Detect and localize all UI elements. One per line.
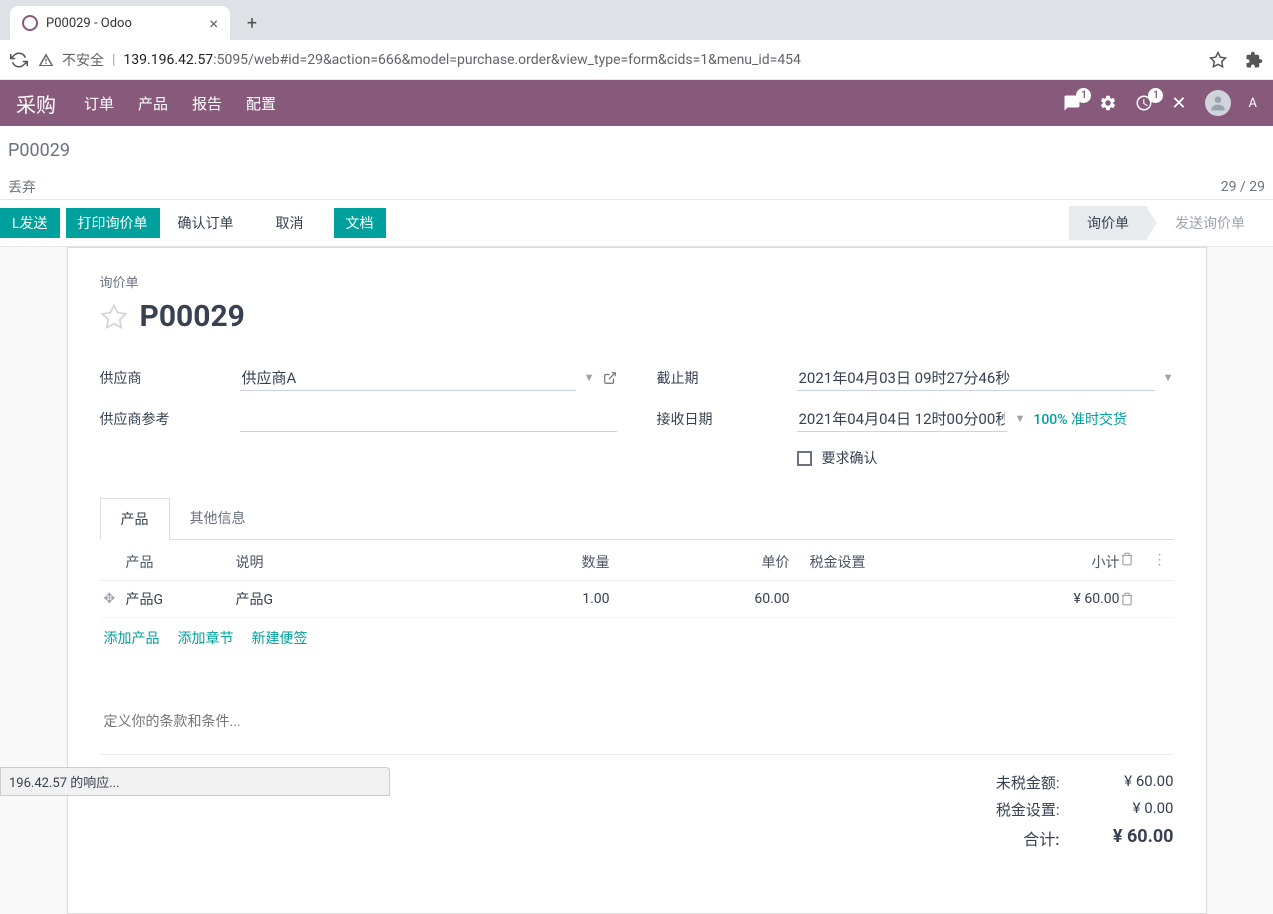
untaxed-label: 未税金额: — [996, 772, 1060, 793]
chat-icon[interactable]: 1 — [1063, 94, 1081, 112]
status-bar: 询价单 发送询价单 — [1069, 206, 1273, 240]
insecure-label: 不安全 — [62, 50, 104, 70]
terms-input[interactable] — [100, 708, 798, 736]
url-host: 139.196.42.57 — [123, 52, 213, 68]
row-subtotal: ¥ 60.00 — [950, 591, 1120, 607]
doc-type-label: 询价单 — [100, 272, 1174, 291]
row-price[interactable]: 60.00 — [610, 591, 790, 607]
dropdown-icon[interactable]: ▼ — [584, 371, 595, 384]
discard-button[interactable]: 丢弃 — [8, 177, 36, 197]
insecure-icon — [38, 52, 54, 68]
odoo-favicon — [22, 15, 38, 31]
receipt-date-field[interactable] — [797, 405, 1007, 432]
nav-menu: 订单 产品 报告 配置 — [84, 93, 276, 114]
untaxed-value: ¥ 60.00 — [1084, 772, 1174, 793]
status-sent[interactable]: 发送询价单 — [1157, 206, 1263, 240]
delete-row-icon[interactable] — [1120, 592, 1150, 606]
order-lines-table: 产品 说明 数量 单价 税金设置 小计 ⋮ ✥ 产品G 产品G 1.00 60.… — [100, 544, 1174, 658]
deadline-label: 截止期 — [657, 368, 797, 388]
user-name[interactable]: A — [1249, 96, 1257, 111]
delete-column-icon — [1120, 552, 1150, 572]
ontime-delivery-label: 100% 准时交货 — [1033, 409, 1127, 429]
control-bar: 丢弃 29 / 29 — [0, 171, 1273, 200]
status-rfq[interactable]: 询价单 — [1069, 206, 1147, 240]
tab-title: P00029 - Odoo — [46, 16, 201, 31]
external-link-icon[interactable] — [603, 371, 617, 385]
row-qty[interactable]: 1.00 — [480, 591, 610, 607]
odoo-navbar: 采购 订单 产品 报告 配置 1 1 ✕ A — [0, 80, 1273, 126]
table-row[interactable]: ✥ 产品G 产品G 1.00 60.00 ¥ 60.00 — [100, 581, 1174, 618]
settings-icon[interactable] — [1099, 94, 1117, 112]
col-tax: 税金设置 — [790, 552, 950, 572]
dropdown-icon[interactable]: ▼ — [1163, 371, 1174, 384]
nav-reports[interactable]: 报告 — [192, 93, 222, 114]
ask-confirmation-checkbox[interactable] — [797, 451, 812, 466]
grand-total-value: ¥ 60.00 — [1084, 826, 1174, 850]
url-field[interactable]: 不安全 | 139.196.42.57:5095/web#id=29&actio… — [38, 50, 1199, 70]
url-path: :5095/web#id=29&action=666&model=purchas… — [213, 52, 801, 68]
drag-handle-icon[interactable]: ✥ — [104, 591, 126, 607]
cancel-button[interactable]: 取消 — [264, 208, 316, 238]
add-section-link[interactable]: 添加章节 — [178, 628, 234, 648]
reload-icon[interactable] — [10, 51, 28, 69]
vendor-ref-field[interactable] — [240, 405, 617, 432]
breadcrumb[interactable]: P00029 — [8, 140, 70, 161]
tabs: 产品 其他信息 — [100, 498, 1174, 540]
pager[interactable]: 29 / 29 — [1221, 179, 1265, 195]
row-product[interactable]: 产品G — [126, 589, 236, 609]
browser-tab[interactable]: P00029 - Odoo × — [10, 6, 230, 40]
add-product-link[interactable]: 添加产品 — [104, 628, 160, 648]
close-panel-icon[interactable]: ✕ — [1171, 93, 1186, 114]
action-bar: L发送 打印询价单 确认订单 取消 文档 询价单 发送询价单 — [0, 200, 1273, 247]
address-bar: 不安全 | 139.196.42.57:5095/web#id=29&actio… — [0, 40, 1273, 80]
vendor-field[interactable] — [240, 364, 576, 391]
new-tab-button[interactable]: + — [238, 9, 266, 37]
receipt-date-label: 接收日期 — [657, 409, 797, 429]
form-sheet: 询价单 P00029 供应商 ▼ 供应商参考 — [67, 247, 1207, 914]
row-desc[interactable]: 产品G — [236, 589, 480, 609]
status-arrow-icon — [1263, 208, 1273, 238]
col-price: 单价 — [610, 552, 790, 572]
nav-config[interactable]: 配置 — [246, 93, 276, 114]
status-arrow-icon — [1147, 208, 1157, 238]
vendor-ref-label: 供应商参考 — [100, 409, 240, 429]
browser-tab-bar: P00029 - Odoo × + — [0, 0, 1273, 40]
bookmark-star-icon[interactable] — [1209, 51, 1227, 69]
totals: 未税金额: ¥ 60.00 税金设置: ¥ 0.00 合计: ¥ 60.00 — [834, 769, 1174, 853]
col-description: 说明 — [236, 552, 480, 572]
options-icon[interactable]: ⋮ — [1150, 552, 1170, 572]
close-tab-icon[interactable]: × — [209, 14, 218, 33]
nav-orders[interactable]: 订单 — [84, 93, 114, 114]
col-product: 产品 — [126, 552, 236, 572]
col-subtotal: 小计 — [950, 552, 1120, 572]
tax-total-label: 税金设置: — [996, 799, 1060, 820]
tab-other-info[interactable]: 其他信息 — [170, 498, 266, 539]
dropdown-icon[interactable]: ▼ — [1015, 412, 1026, 425]
archive-button[interactable]: 文档 — [334, 208, 386, 238]
activity-icon[interactable]: 1 — [1135, 94, 1153, 112]
extensions-icon[interactable] — [1245, 51, 1263, 69]
print-rfq-button[interactable]: 打印询价单 — [66, 208, 160, 238]
col-qty: 数量 — [480, 552, 610, 572]
tax-total-value: ¥ 0.00 — [1084, 799, 1174, 820]
activity-badge: 1 — [1148, 88, 1163, 103]
send-button[interactable]: L发送 — [0, 208, 60, 238]
tab-products[interactable]: 产品 — [100, 498, 170, 540]
app-name[interactable]: 采购 — [16, 89, 56, 118]
user-avatar[interactable] — [1205, 90, 1231, 116]
vendor-label: 供应商 — [100, 368, 240, 388]
chat-badge: 1 — [1076, 88, 1091, 103]
nav-products[interactable]: 产品 — [138, 93, 168, 114]
ask-confirmation-label: 要求确认 — [822, 448, 878, 468]
doc-title: P00029 — [140, 299, 245, 334]
deadline-field[interactable] — [797, 364, 1155, 391]
confirm-order-button[interactable]: 确认订单 — [166, 208, 246, 238]
grand-total-label: 合计: — [1023, 826, 1059, 850]
browser-status-text: 196.42.57 的响应... — [0, 767, 390, 796]
breadcrumb-bar: P00029 — [0, 126, 1273, 171]
favorite-star-icon[interactable] — [100, 303, 128, 331]
add-note-link[interactable]: 新建便签 — [252, 628, 308, 648]
